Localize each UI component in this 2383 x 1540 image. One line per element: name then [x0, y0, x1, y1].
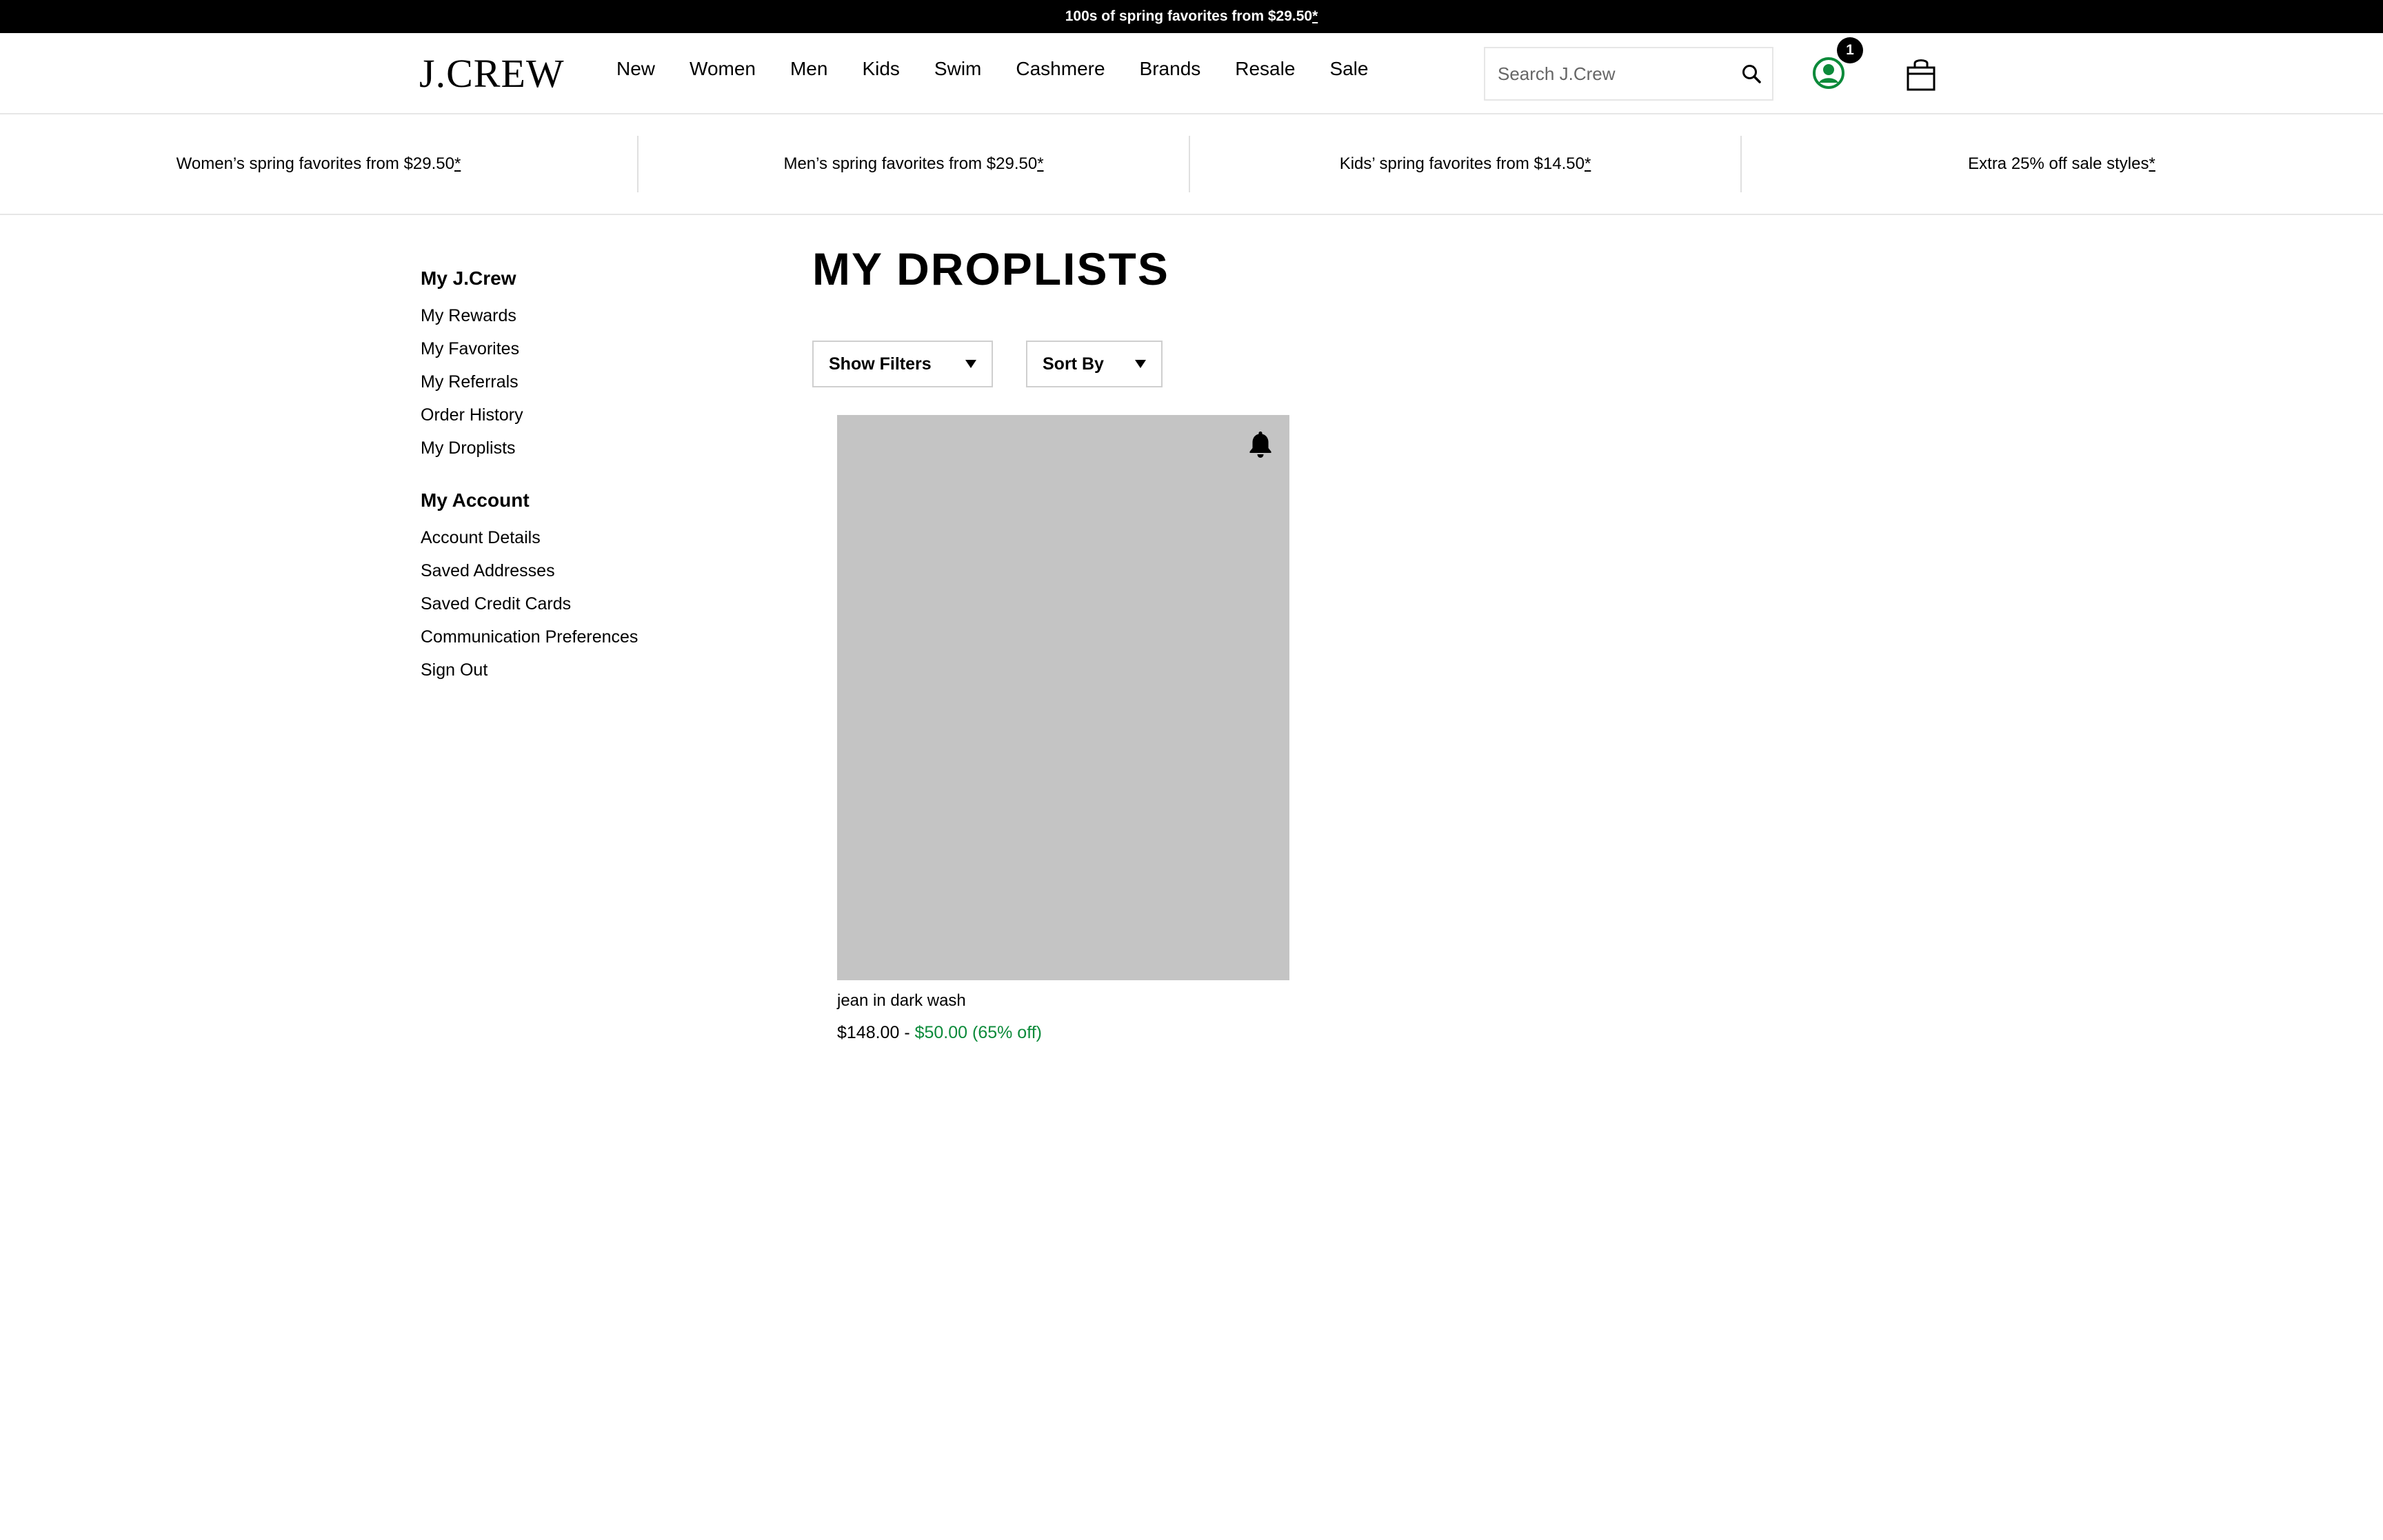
promo-men[interactable]: Men’s spring favorites from $29.50* [639, 154, 1189, 174]
sidebar-item-saved-credit-cards[interactable]: Saved Credit Cards [421, 590, 752, 623]
promo-women-text: Women’s spring favorites from $29.50 [176, 154, 454, 173]
account-icon[interactable] [1812, 57, 1845, 90]
nav-item-brands[interactable]: Brands [1140, 58, 1201, 80]
product-card: jean in dark wash $148.00 - $50.00 (65% … [837, 415, 1289, 1043]
promo-sale-asterisk[interactable]: * [2149, 154, 2155, 173]
sidebar-heading-my-account: My Account [421, 489, 530, 511]
chevron-down-icon [1135, 360, 1146, 368]
sidebar-item-sign-out[interactable]: Sign Out [421, 656, 752, 689]
promo-women[interactable]: Women’s spring favorites from $29.50* [0, 154, 637, 174]
jcrew-logo[interactable]: J.CREW [419, 54, 565, 94]
product-name[interactable]: jean in dark wash [837, 991, 1289, 1011]
promo-kids[interactable]: Kids’ spring favorites from $14.50* [1190, 154, 1740, 174]
sale-price: $50.00 (65% off) [914, 1023, 1042, 1042]
sidebar-account-group: My Account Account Details Saved Address… [421, 489, 752, 689]
promo-banner[interactable]: 100s of spring favorites from $29.50 * [0, 0, 2383, 33]
show-filters-label: Show Filters [829, 354, 932, 374]
promo-banner-asterisk[interactable]: * [1312, 8, 1318, 25]
shopping-bag-icon[interactable] [1904, 57, 1938, 92]
sidebar-item-saved-addresses[interactable]: Saved Addresses [421, 557, 752, 590]
nav-item-swim[interactable]: Swim [934, 58, 981, 80]
search-box [1484, 47, 1773, 101]
main-nav: New Women Men Kids Swim Cashmere Brands … [616, 58, 1402, 80]
nav-item-cashmere[interactable]: Cashmere [1016, 58, 1105, 80]
promo-men-asterisk[interactable]: * [1037, 154, 1043, 173]
search-input[interactable] [1485, 48, 1731, 99]
promo-banner-text: 100s of spring favorites from $29.50 [1065, 8, 1313, 24]
chevron-down-icon [965, 360, 976, 368]
account-notification-badge: 1 [1837, 37, 1863, 63]
promo-sale-text: Extra 25% off sale styles [1968, 154, 2149, 173]
original-price: $148.00 [837, 1023, 900, 1042]
sort-by-label: Sort By [1043, 354, 1104, 374]
nav-item-sale[interactable]: Sale [1329, 58, 1368, 80]
bell-icon[interactable] [1245, 429, 1276, 459]
sidebar-item-my-droplists[interactable]: My Droplists [421, 434, 752, 467]
sidebar-item-my-favorites[interactable]: My Favorites [421, 335, 752, 368]
sidebar-heading-my-jcrew: My J.Crew [421, 267, 516, 289]
account-sidebar: My J.Crew My Rewards My Favorites My Ref… [421, 267, 752, 689]
product-price: $148.00 - $50.00 (65% off) [837, 1023, 1289, 1043]
sidebar-item-order-history[interactable]: Order History [421, 401, 752, 434]
promo-women-asterisk[interactable]: * [454, 154, 461, 173]
site-header: J.CREW New Women Men Kids Swim Cashmere … [0, 33, 2383, 114]
category-promo-strip: Women’s spring favorites from $29.50* Me… [0, 114, 2383, 215]
sort-by-dropdown[interactable]: Sort By [1026, 341, 1163, 387]
show-filters-dropdown[interactable]: Show Filters [812, 341, 993, 387]
promo-kids-asterisk[interactable]: * [1585, 154, 1591, 173]
nav-item-new[interactable]: New [616, 58, 655, 80]
price-separator: - [899, 1023, 915, 1042]
sidebar-item-my-rewards[interactable]: My Rewards [421, 302, 752, 335]
product-image[interactable] [837, 415, 1289, 980]
sidebar-item-communication-preferences[interactable]: Communication Preferences [421, 623, 752, 656]
promo-kids-text: Kids’ spring favorites from $14.50 [1339, 154, 1585, 173]
search-icon[interactable] [1731, 53, 1772, 94]
sidebar-item-account-details[interactable]: Account Details [421, 524, 752, 557]
promo-sale[interactable]: Extra 25% off sale styles* [1742, 154, 2382, 174]
nav-item-women[interactable]: Women [690, 58, 756, 80]
sidebar-item-my-referrals[interactable]: My Referrals [421, 368, 752, 401]
nav-item-men[interactable]: Men [790, 58, 827, 80]
page-title: MY DROPLISTS [812, 243, 1169, 294]
promo-men-text: Men’s spring favorites from $29.50 [783, 154, 1038, 173]
nav-item-resale[interactable]: Resale [1235, 58, 1295, 80]
nav-item-kids[interactable]: Kids [862, 58, 899, 80]
